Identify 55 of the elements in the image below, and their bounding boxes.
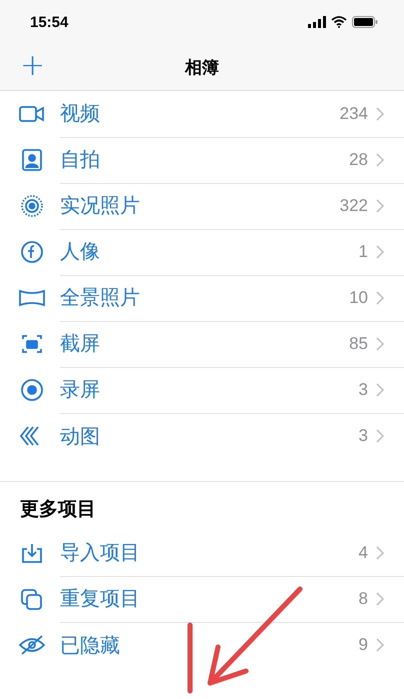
album-row[interactable]: 人像 1 (0, 229, 404, 275)
album-row[interactable]: 自拍 28 (0, 137, 404, 183)
album-count: 3 (358, 426, 368, 446)
chevron-right-icon (376, 382, 384, 396)
record-dot-icon (18, 378, 46, 402)
album-label: 导入项目 (60, 539, 141, 566)
album-label: 重复项目 (60, 585, 141, 612)
album-row[interactable]: 动图 3 (0, 413, 404, 459)
album-count: 8 (358, 588, 368, 608)
album-label: 截屏 (60, 330, 101, 357)
album-label: 已隐藏 (60, 632, 121, 658)
signal-icon (308, 16, 326, 28)
album-row[interactable]: 重复项目 8 (0, 576, 404, 622)
album-label: 动图 (60, 422, 101, 450)
album-count: 10 (349, 288, 368, 308)
album-row[interactable]: 导入项目 4 (0, 530, 404, 576)
chevron-right-icon (376, 198, 384, 212)
chevron-right-icon (376, 106, 384, 120)
concentric-circles-icon (18, 194, 46, 218)
album-row[interactable]: 截屏 85 (0, 321, 404, 367)
album-label: 实况照片 (60, 192, 141, 219)
album-count: 1 (358, 242, 368, 262)
section-heading: 更多项目 (0, 481, 404, 530)
add-button[interactable]: + (14, 48, 52, 84)
chevron-right-icon (376, 546, 384, 560)
chevron-right-icon (376, 429, 384, 443)
screen-title: 相簿 (185, 56, 219, 78)
album-count: 85 (349, 334, 368, 354)
battery-icon (352, 16, 378, 28)
chevron-right-icon (376, 592, 384, 606)
wifi-icon (331, 16, 347, 28)
album-count: 322 (340, 196, 368, 216)
album-label: 录屏 (60, 376, 101, 403)
chevron-right-icon (376, 638, 384, 652)
album-count: 4 (358, 542, 368, 562)
album-row[interactable]: 已隐藏 9 (0, 622, 404, 668)
album-label: 全景照片 (60, 284, 141, 311)
album-row[interactable]: 全景照片 10 (0, 275, 404, 321)
album-row[interactable]: 视频 234 (0, 91, 404, 137)
album-count: 3 (358, 380, 368, 400)
chevron-right-icon (376, 244, 384, 258)
album-row[interactable]: 录屏 3 (0, 367, 404, 413)
album-label: 人像 (60, 238, 101, 265)
album-row[interactable]: 实况照片 322 (0, 183, 404, 229)
album-label: 自拍 (60, 146, 101, 173)
album-count: 28 (349, 150, 368, 170)
album-label: 视频 (60, 100, 101, 127)
chevron-right-icon (376, 152, 384, 166)
album-count: 9 (358, 635, 368, 655)
chevron-right-icon (376, 290, 384, 304)
f-circle-icon (18, 240, 46, 264)
album-count: 234 (340, 104, 368, 124)
eye-icon (18, 633, 46, 657)
status-time: 15:54 (30, 14, 68, 30)
chevron-right-icon (376, 336, 384, 350)
